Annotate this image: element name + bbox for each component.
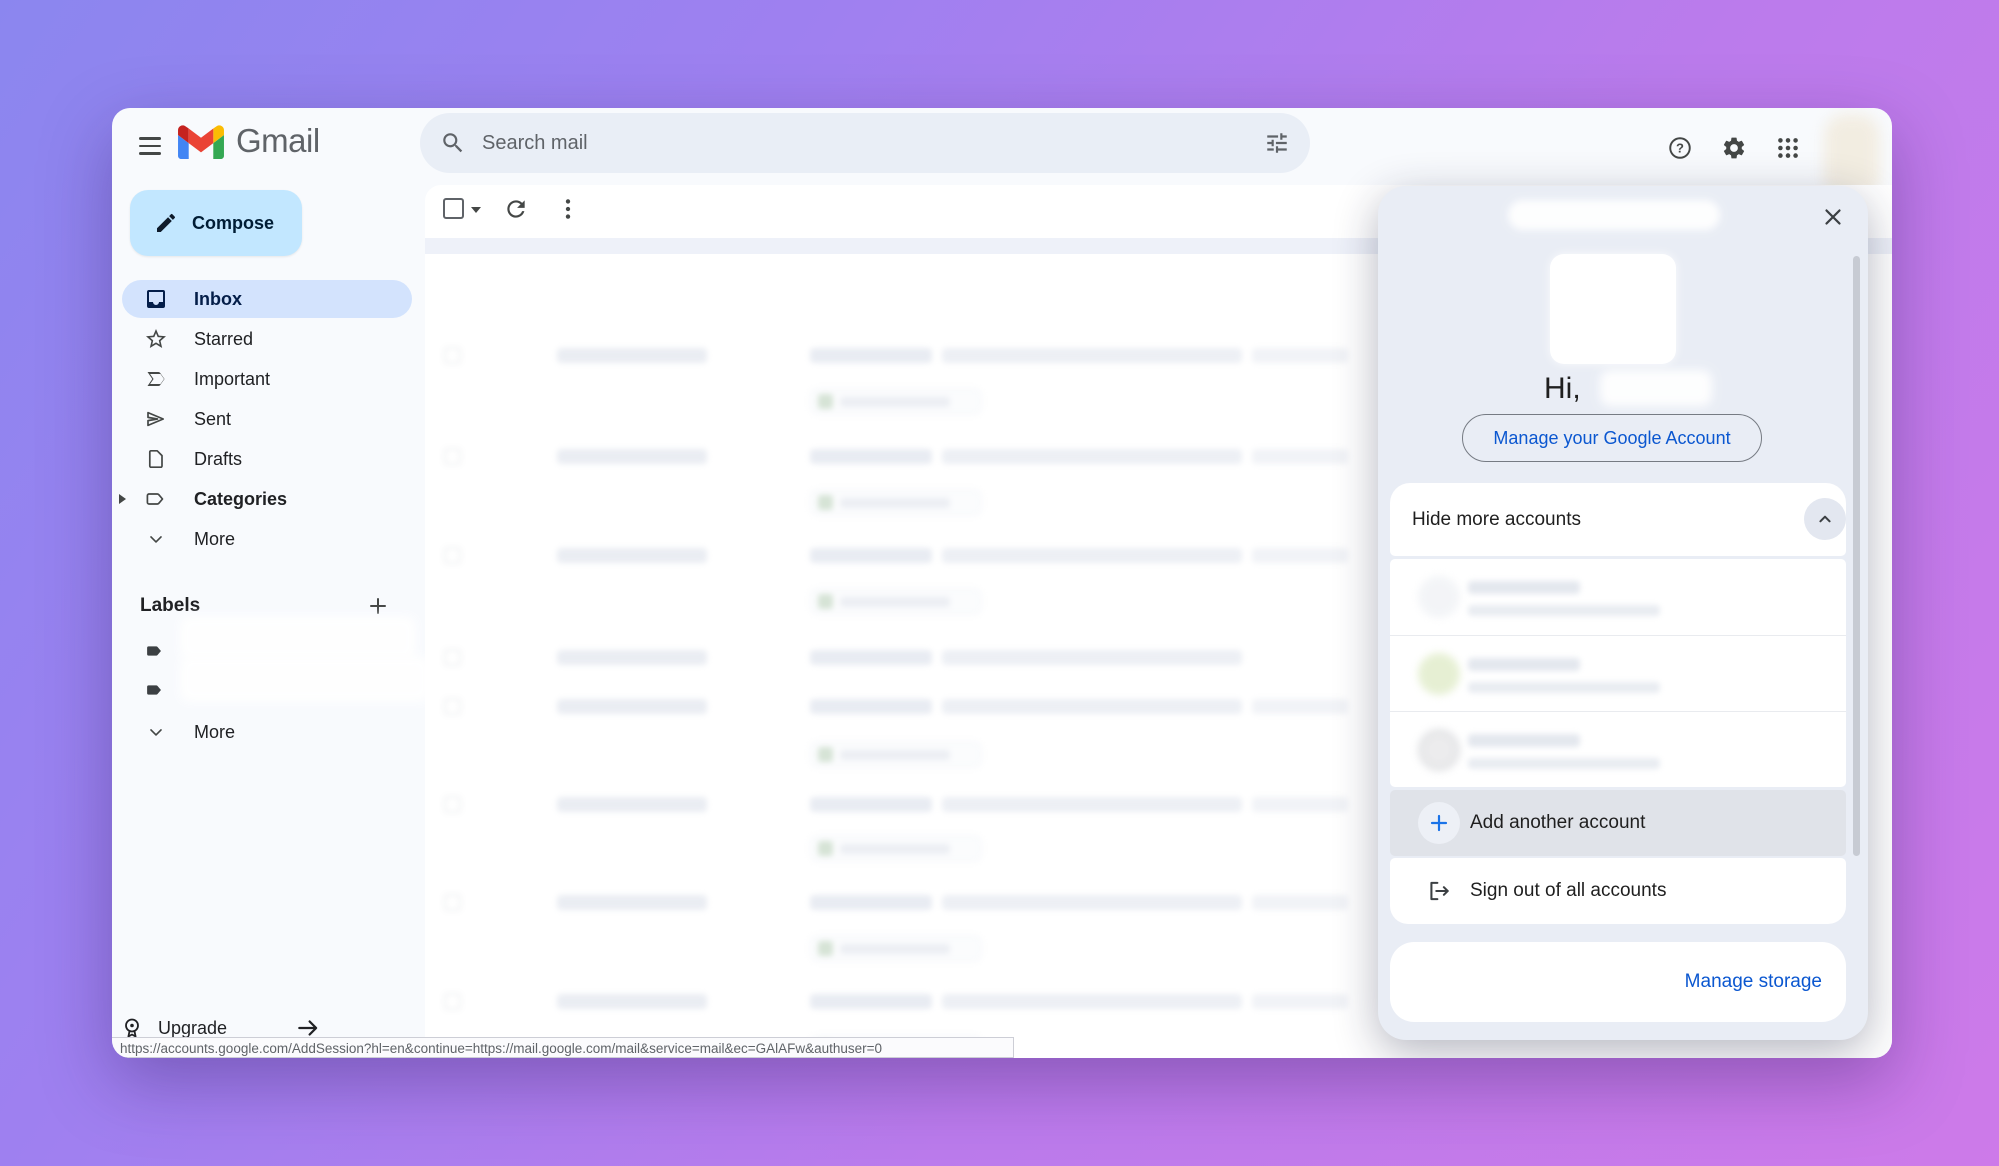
account-email-redacted — [1508, 200, 1720, 230]
other-accounts-list — [1390, 559, 1846, 787]
sidebar-item-inbox[interactable]: Inbox — [122, 280, 412, 318]
hide-more-accounts-row[interactable]: Hide more accounts — [1390, 483, 1846, 556]
chevron-down-icon — [144, 720, 168, 744]
attachment-chip-redacted[interactable] — [810, 935, 982, 962]
status-url: https://accounts.google.com/AddSession?h… — [120, 1041, 882, 1056]
account-row-redacted[interactable] — [1390, 711, 1846, 787]
chevron-up-icon — [1814, 508, 1836, 530]
plus-icon — [366, 594, 390, 618]
important-icon — [144, 367, 168, 391]
attachment-chip-redacted[interactable] — [810, 741, 982, 768]
account-avatar-redacted[interactable] — [1550, 254, 1676, 364]
manage-google-account-button[interactable]: Manage your Google Account — [1462, 414, 1762, 462]
sidebar-item-label: Starred — [194, 329, 253, 350]
label-name-redacted — [180, 616, 416, 660]
refresh-icon[interactable] — [503, 196, 529, 222]
svg-text:?: ? — [1676, 141, 1684, 156]
search-filters-icon[interactable] — [1264, 130, 1290, 156]
attachment-chip-redacted[interactable] — [810, 388, 982, 415]
collapse-accounts-button[interactable] — [1804, 498, 1846, 540]
popup-scrollbar[interactable] — [1853, 256, 1860, 856]
compose-button[interactable]: Compose — [130, 190, 302, 256]
categories-tag-icon — [144, 487, 168, 511]
sidebar-item-label: Sent — [194, 409, 231, 430]
search-bar[interactable] — [420, 113, 1310, 173]
sidebar-item-label: More — [194, 722, 235, 743]
sidebar-item-label: More — [194, 529, 235, 550]
sidebar-item-label: Inbox — [194, 289, 242, 310]
draft-file-icon — [144, 447, 168, 471]
greeting-text: Hi, — [1544, 372, 1581, 406]
browser-status-bar: https://accounts.google.com/AddSession?h… — [112, 1037, 1014, 1058]
account-row-redacted[interactable] — [1390, 635, 1846, 711]
greeting-row: Hi, — [1378, 370, 1868, 410]
upgrade-label: Upgrade — [158, 1018, 227, 1039]
search-icon[interactable] — [440, 130, 466, 156]
gmail-logo-text: Gmail — [236, 122, 320, 160]
hide-more-accounts-label: Hide more accounts — [1412, 509, 1581, 531]
gmail-logo: Gmail — [178, 122, 320, 160]
sidebar-item-categories[interactable]: Categories — [122, 480, 412, 518]
sidebar-item-label: Categories — [194, 489, 287, 510]
gmail-window: Gmail ? Compose — [112, 108, 1892, 1058]
sidebar-item-starred[interactable]: Starred — [122, 320, 412, 358]
account-row-avatar-redacted — [1418, 653, 1460, 695]
label-tag-icon — [144, 679, 168, 703]
help-icon[interactable]: ? — [1658, 126, 1702, 170]
settings-gear-icon[interactable] — [1712, 126, 1756, 170]
chevron-down-icon — [144, 527, 168, 551]
select-dropdown-caret-icon[interactable] — [469, 204, 483, 216]
attachment-chip-redacted[interactable] — [810, 588, 982, 615]
account-name-redacted — [1600, 370, 1712, 406]
label-name-redacted — [180, 656, 430, 702]
pencil-icon — [154, 211, 178, 235]
add-another-account-label: Add another account — [1470, 812, 1645, 834]
star-icon — [144, 327, 168, 351]
account-row-avatar-redacted — [1418, 576, 1460, 618]
attachment-chip-redacted[interactable] — [810, 489, 982, 516]
account-row-avatar-redacted — [1418, 729, 1460, 771]
sidebar-item-drafts[interactable]: Drafts — [122, 440, 412, 478]
expand-arrow-icon[interactable] — [116, 492, 128, 506]
sign-out-all-row[interactable]: Sign out of all accounts — [1390, 858, 1846, 924]
google-apps-grid-icon[interactable] — [1766, 126, 1810, 170]
sidebar-item-more[interactable]: More — [122, 520, 412, 558]
sidebar-item-label: Drafts — [194, 449, 242, 470]
select-all-checkbox[interactable] — [443, 198, 464, 219]
plus-icon — [1418, 802, 1460, 844]
manage-storage-link[interactable]: Manage storage — [1685, 971, 1822, 993]
close-icon — [1820, 204, 1846, 230]
attachment-chip-redacted[interactable] — [810, 835, 982, 862]
compose-label: Compose — [192, 213, 274, 234]
sidebar-item-sent[interactable]: Sent — [122, 400, 412, 438]
search-input[interactable] — [482, 132, 1264, 155]
more-options-dots-icon[interactable] — [555, 196, 581, 222]
label-tag-icon — [144, 640, 168, 664]
storage-card: Manage storage — [1390, 942, 1846, 1022]
add-another-account-row[interactable]: Add another account — [1390, 790, 1846, 856]
gmail-m-icon — [178, 124, 224, 159]
sidebar-item-label: Important — [194, 369, 270, 390]
inbox-icon — [144, 287, 168, 311]
send-icon — [144, 407, 168, 431]
main-menu-icon[interactable] — [130, 126, 170, 166]
account-switcher-popup: Hi, Manage your Google Account Hide more… — [1378, 186, 1868, 1040]
sidebar-item-important[interactable]: Important — [122, 360, 412, 398]
sign-out-all-label: Sign out of all accounts — [1470, 880, 1666, 902]
account-row-redacted[interactable] — [1390, 559, 1846, 635]
sidebar-labels-more[interactable]: More — [122, 713, 412, 751]
sign-out-icon — [1418, 870, 1460, 912]
close-popup-button[interactable] — [1814, 198, 1852, 236]
